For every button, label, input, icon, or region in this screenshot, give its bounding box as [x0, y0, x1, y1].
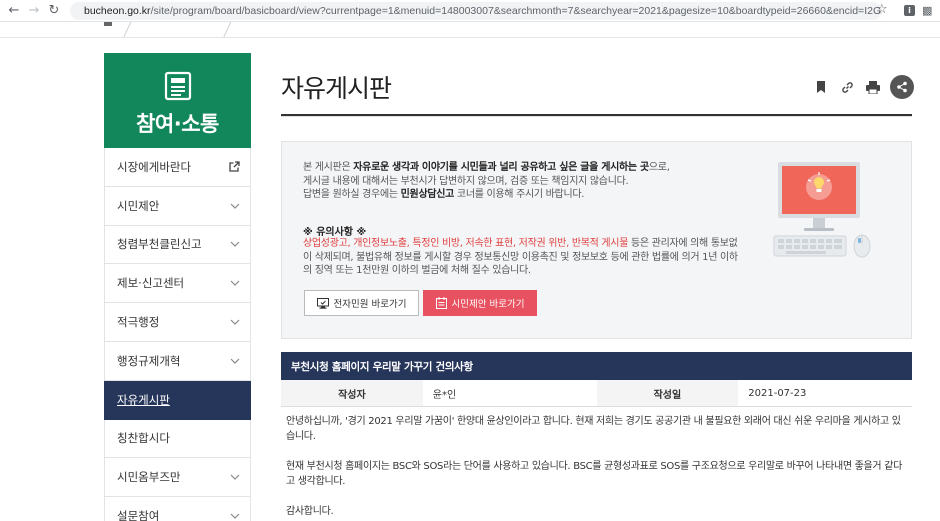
reload-icon[interactable]: ↻ — [44, 1, 64, 21]
sidebar-item-active-admin[interactable]: 적극행정 — [104, 303, 251, 342]
author-value: 윤*인 — [432, 389, 457, 401]
notice-text: 본 게시판은 자유로운 생각과 이야기를 시민들과 널리 공유하고 싶은 글을 … — [303, 161, 723, 202]
sidebar-item-label: 제보·신고센터 — [117, 276, 185, 291]
sidebar-item-clean-report[interactable]: 청렴부천클린신고 — [104, 225, 251, 265]
sidebar-item-label: 청렴부천클린신고 — [117, 237, 202, 252]
browser-toolbar: ← → ↻ bucheon.go.kr/site/program/board/b… — [0, 0, 940, 22]
date-value: 2021-07-23 — [748, 387, 807, 399]
notice-line2: 게시글 내용에 대해서는 부천시가 답변하지 않으며, 검증 또는 책임지지 않… — [303, 175, 629, 187]
print-icon[interactable] — [866, 80, 880, 94]
breadcrumb — [0, 22, 940, 38]
sidebar-item-label: 행정규제개혁 — [117, 353, 181, 368]
chevron-down-icon — [230, 358, 240, 364]
sidebar-item-praise[interactable]: 칭찬합시다 — [104, 419, 251, 459]
warning-title: ※ 유의사항 ※ — [303, 227, 367, 238]
minwon-shortcut-button[interactable]: 전자민원 바로가기 — [304, 290, 419, 316]
sidebar-item-label: 설문참여 — [117, 509, 160, 521]
breadcrumb-divider — [222, 22, 235, 37]
back-icon[interactable]: ← — [4, 1, 24, 21]
chevron-down-icon — [230, 474, 240, 481]
sidebar-item-label: 칭찬합시다 — [117, 431, 170, 446]
date-label: 작성일 — [596, 380, 739, 406]
page-title: 자유게시판 — [281, 74, 392, 103]
forward-icon[interactable]: → — [24, 1, 44, 21]
sidebar-item-survey[interactable]: 설문참여 — [104, 497, 251, 521]
puzzle-icon[interactable]: ▩ — [922, 5, 934, 17]
bookmark-star-icon[interactable]: ☆ — [876, 2, 888, 17]
notice-line1-bold: 자유로운 생각과 이야기를 시민들과 널리 공유하고 싶은 글을 게시하는 곳 — [353, 162, 649, 173]
breadcrumb-divider — [122, 22, 135, 37]
chevron-down-icon — [230, 203, 240, 209]
title-divider-light — [281, 116, 912, 117]
warning-highlight: 상업성광고, 개인정보노출, 특정인 비방, 저속한 표현, 저작권 위반, 반… — [303, 238, 629, 249]
sidebar-item-label: 시민제안 — [117, 198, 160, 213]
sidebar-item-mayor[interactable]: 시장에게바란다 — [104, 148, 251, 187]
author-label: 작성자 — [281, 380, 423, 406]
sidebar-item-ombudsman[interactable]: 시민옴부즈만 — [104, 458, 251, 498]
computer-illustration — [773, 162, 871, 258]
notice-box: 본 게시판은 자유로운 생각과 이야기를 시민들과 널리 공유하고 싶은 글을 … — [281, 141, 912, 339]
notice-line3-prefix: 답변을 원하실 경우에는 — [303, 189, 401, 200]
post-paragraph: 감사합니다. — [286, 506, 334, 517]
notice-line1-suffix: 으로, — [648, 162, 670, 173]
chevron-down-icon — [230, 513, 240, 519]
notepad-icon — [435, 297, 447, 309]
sidebar-item-label: 시민옴부즈만 — [117, 470, 181, 485]
sidebar-item-label: 적극행정 — [117, 315, 160, 330]
proposal-shortcut-label: 시민제안 바로가기 — [451, 299, 525, 310]
notice-line3-suffix: 코너를 이용해 주시기 바랍니다. — [454, 189, 585, 200]
sidebar-title: 참여·소통 — [136, 112, 219, 136]
sidebar-item-citizen-proposal[interactable]: 시민제안 — [104, 186, 251, 226]
page-tools — [814, 75, 914, 99]
sidebar-item-report-center[interactable]: 제보·신고센터 — [104, 264, 251, 304]
sidebar-item-free-board[interactable]: 자유게시판 — [104, 380, 251, 420]
sidebar-header: 참여·소통 — [104, 53, 251, 148]
home-icon[interactable] — [104, 22, 112, 26]
sidebar-item-regulation-reform[interactable]: 행정규제개혁 — [104, 341, 251, 381]
chevron-down-icon — [230, 280, 240, 287]
monitor-icon — [316, 297, 329, 309]
sidebar-item-label: 시장에게바란다 — [117, 159, 192, 174]
minwon-shortcut-label: 전자민원 바로가기 — [333, 299, 407, 310]
link-icon[interactable] — [840, 80, 854, 94]
notice-line3-bold: 민원상담신고 — [400, 189, 455, 200]
sidebar-item-label: 자유게시판 — [117, 392, 170, 407]
post-title: 부천시청 홈페이지 우리말 가꾸기 건의사항 — [281, 352, 912, 380]
sidebar-menu: 시장에게바란다 시민제안 청렴부천클린신고 제보·신고센터 적극행정 행정규제개… — [104, 148, 251, 521]
bookmark-icon[interactable] — [814, 80, 828, 94]
document-icon — [164, 71, 191, 101]
proposal-shortcut-button[interactable]: 시민제안 바로가기 — [423, 290, 537, 316]
post-meta-row: 작성자 윤*인 작성일 2021-07-23 — [281, 380, 912, 407]
share-icon[interactable] — [890, 75, 914, 99]
post-body: 안녕하십니까, '경기 2021 우리말 가꿈이' 한양대 윤상인이라고 합니다… — [286, 414, 906, 521]
chevron-down-icon — [230, 319, 240, 325]
warning-text: 상업성광고, 개인정보노출, 특정인 비방, 저속한 표현, 저작권 위반, 반… — [303, 237, 743, 278]
post-paragraph: 안녕하십니까, '경기 2021 우리말 가꿈이' 한양대 윤상인이라고 합니다… — [286, 416, 901, 442]
extension-icon[interactable]: i — [904, 5, 915, 16]
external-link-icon — [229, 161, 240, 173]
post-paragraph: 현재 부천시청 홈페이지는 BSC와 SOS라는 단어를 사용하고 있습니다. … — [286, 461, 903, 487]
url-text: bucheon.go.kr/site/program/board/basicbo… — [84, 5, 882, 17]
chevron-down-icon — [230, 242, 240, 248]
address-bar[interactable]: bucheon.go.kr/site/program/board/basicbo… — [70, 2, 882, 20]
notice-line1-prefix: 본 게시판은 — [303, 162, 354, 173]
